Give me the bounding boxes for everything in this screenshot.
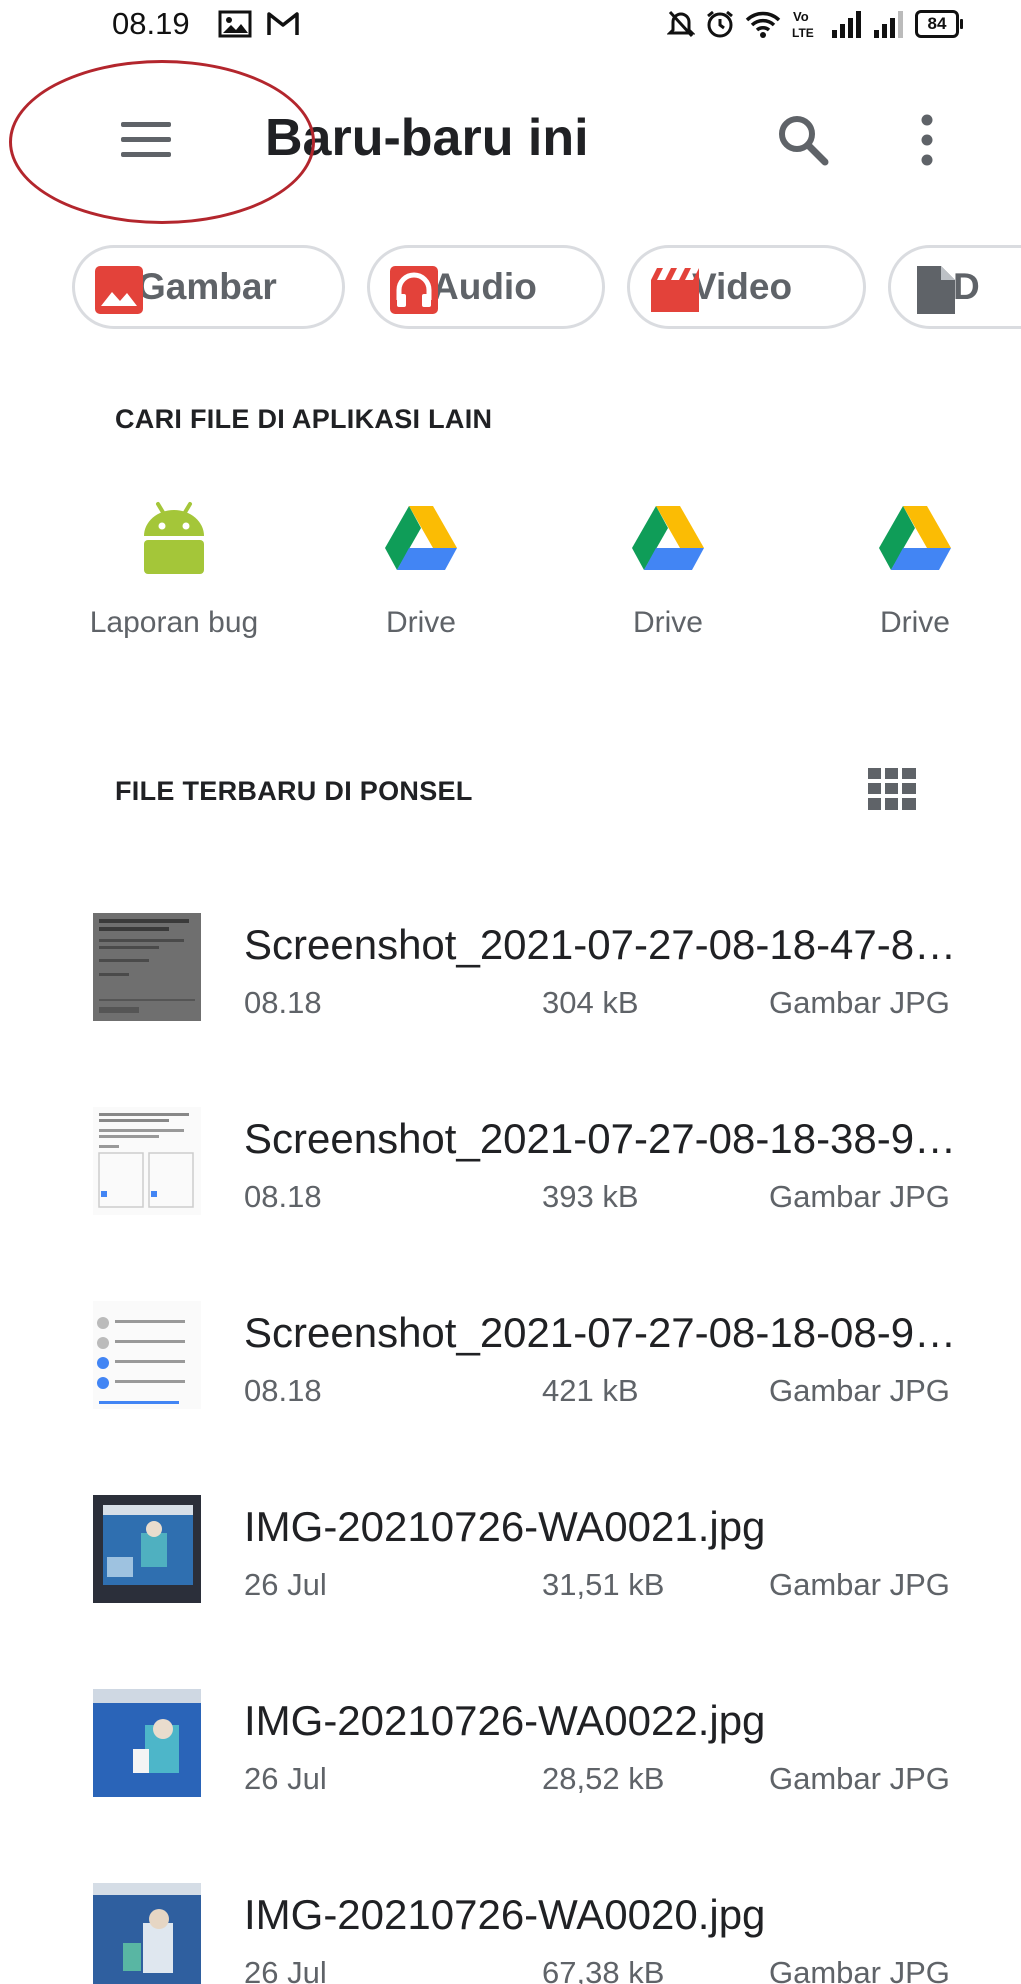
chip-images[interactable]: Gambar	[72, 245, 345, 329]
chip-label: Audio	[432, 266, 537, 307]
file-type: Gambar JPG	[769, 1373, 950, 1408]
file-row[interactable]: Screenshot_2021-07-27-08-18-08-92… 08.18…	[0, 1301, 1021, 1451]
file-size: 304 kB	[542, 985, 639, 1020]
file-size: 31,51 kB	[542, 1567, 665, 1602]
search-icon	[779, 116, 829, 166]
file-name: Screenshot_2021-07-27-08-18-38-98…	[244, 1115, 974, 1162]
more-vert-icon	[921, 114, 933, 166]
app-label: Laporan bug	[89, 606, 259, 639]
file-size: 393 kB	[542, 1179, 639, 1214]
drive-icon	[385, 506, 457, 570]
file-type: Gambar JPG	[769, 1955, 950, 1984]
file-name: Screenshot_2021-07-27-08-18-47-81…	[244, 921, 974, 968]
file-row[interactable]: Screenshot_2021-07-27-08-18-38-98… 08.18…	[0, 1107, 1021, 1257]
file-name: IMG-20210726-WA0020.jpg	[244, 1891, 766, 1938]
alarm-icon	[707, 10, 733, 38]
file-date: 08.18	[244, 985, 322, 1020]
image-icon	[95, 266, 143, 314]
headphones-icon	[390, 266, 438, 314]
wifi-icon	[745, 11, 781, 38]
chip-documents[interactable]: D	[888, 245, 1021, 329]
hamburger-icon	[121, 137, 171, 142]
file-row[interactable]: IMG-20210726-WA0022.jpg 26 Jul 28,52 kB …	[0, 1689, 1021, 1839]
drive-icon	[879, 506, 951, 570]
file-name: IMG-20210726-WA0022.jpg	[244, 1697, 766, 1744]
chip-label: Gambar	[137, 266, 277, 307]
file-thumbnail	[93, 1883, 201, 1984]
file-date: 08.18	[244, 1179, 322, 1214]
gmail-icon	[267, 12, 299, 35]
menu-button[interactable]	[121, 122, 171, 158]
app-drive[interactable]: Drive	[815, 500, 1015, 640]
app-label: Drive	[632, 606, 703, 639]
app-bug-report[interactable]: Laporan bug	[74, 500, 274, 640]
app-label: Drive	[385, 606, 456, 639]
app-drive[interactable]: Drive	[321, 500, 521, 640]
grid-view-button[interactable]	[868, 768, 916, 810]
page-title: Baru-baru ini	[265, 109, 589, 167]
search-button[interactable]	[775, 112, 831, 168]
drive-icon	[632, 506, 704, 570]
volte-icon: Vo LTE	[792, 9, 814, 40]
android-icon	[144, 502, 204, 574]
file-date: 26 Jul	[244, 1955, 327, 1984]
system-icons: Vo LTE 84	[667, 8, 963, 40]
file-thumbnail	[93, 1689, 201, 1797]
signal-icon	[832, 11, 861, 38]
file-thumbnail	[93, 1107, 201, 1215]
file-type: Gambar JPG	[769, 1761, 950, 1796]
svg-text:LTE: LTE	[792, 26, 814, 40]
files-app-screen: 08.19 Vo LTE 84 Baru-baru ini Gambar Aud…	[0, 0, 1021, 1984]
file-thumbnail	[93, 913, 201, 1021]
file-row[interactable]: IMG-20210726-WA0021.jpg 26 Jul 31,51 kB …	[0, 1495, 1021, 1645]
hamburger-icon	[121, 152, 171, 157]
document-icon	[917, 266, 955, 314]
chip-audio[interactable]: Audio	[367, 245, 605, 329]
file-size: 28,52 kB	[542, 1761, 665, 1796]
chip-label: Video	[692, 266, 793, 307]
recent-files-title: FILE TERBARU DI PONSEL	[115, 776, 473, 806]
file-date: 26 Jul	[244, 1567, 327, 1602]
file-row[interactable]: IMG-20210726-WA0020.jpg 26 Jul 67,38 kB …	[0, 1883, 1021, 1984]
other-apps-title: CARI FILE DI APLIKASI LAIN	[115, 404, 493, 434]
gallery-icon	[218, 10, 252, 38]
notification-icons	[218, 10, 300, 38]
grid-view-icon	[868, 768, 916, 810]
file-row[interactable]: Screenshot_2021-07-27-08-18-47-81… 08.18…	[0, 913, 1021, 1063]
category-chips: Gambar Audio Video D	[72, 245, 1021, 331]
file-date: 26 Jul	[244, 1761, 327, 1796]
file-type: Gambar JPG	[769, 985, 950, 1020]
battery-indicator: 84	[915, 10, 963, 38]
app-label: Drive	[879, 606, 950, 639]
file-size: 421 kB	[542, 1373, 639, 1408]
more-options-button[interactable]	[912, 112, 942, 168]
clapperboard-icon	[651, 268, 699, 312]
file-thumbnail	[93, 1301, 201, 1409]
file-date: 08.18	[244, 1373, 322, 1408]
top-app-bar: Baru-baru ini	[0, 60, 1021, 220]
file-name: IMG-20210726-WA0021.jpg	[244, 1503, 766, 1550]
status-bar: 08.19 Vo LTE 84	[0, 0, 1021, 50]
file-type: Gambar JPG	[769, 1179, 950, 1214]
mute-icon	[667, 10, 695, 38]
file-type: Gambar JPG	[769, 1567, 950, 1602]
chip-video[interactable]: Video	[627, 245, 866, 329]
status-time: 08.19	[112, 6, 190, 41]
file-size: 67,38 kB	[542, 1955, 665, 1984]
file-name: Screenshot_2021-07-27-08-18-08-92…	[244, 1309, 974, 1356]
signal-icon	[874, 11, 903, 38]
app-drive[interactable]: Drive	[568, 500, 768, 640]
file-thumbnail	[93, 1495, 201, 1603]
hamburger-icon	[121, 122, 171, 127]
svg-text:Vo: Vo	[793, 9, 809, 24]
